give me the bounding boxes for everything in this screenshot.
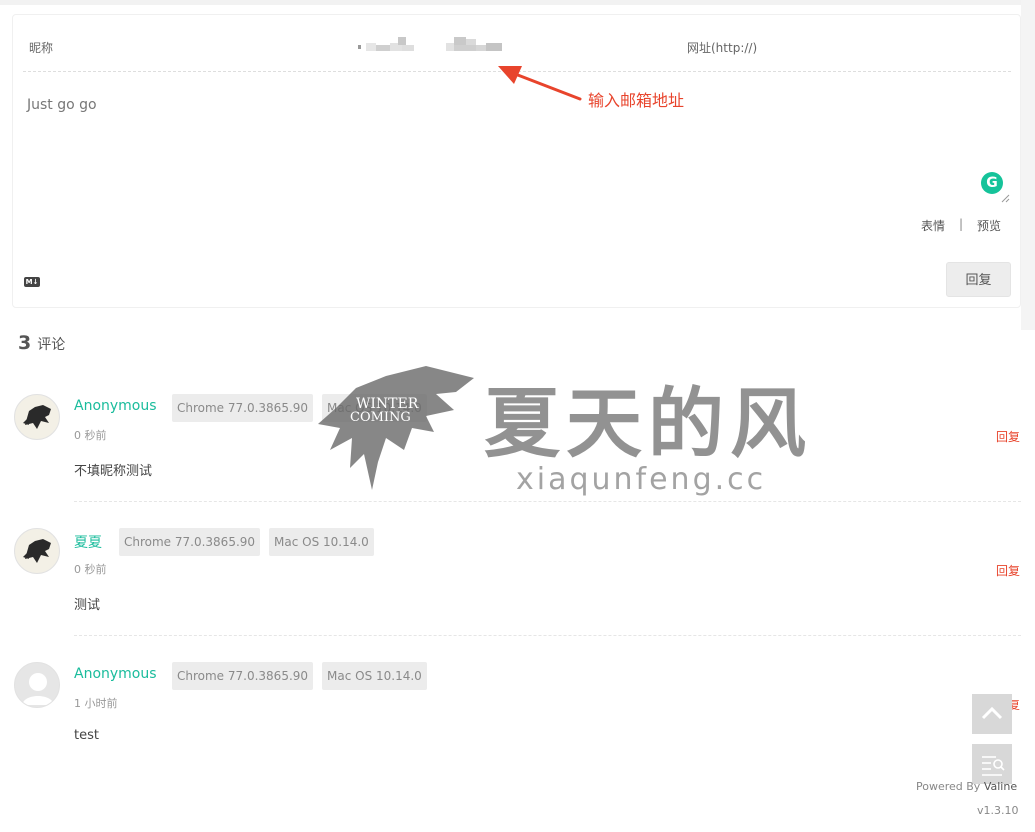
os-badge: Mac OS 10.14.0	[322, 662, 427, 690]
comment-item: 夏夏 Chrome 77.0.3865.90 Mac OS 10.14.0 0 …	[0, 528, 1035, 662]
comment-author[interactable]: Anonymous	[74, 666, 157, 682]
preview-button[interactable]: 预览	[977, 217, 1001, 234]
comment-divider	[74, 635, 1021, 636]
comment-content: test	[74, 728, 99, 743]
markdown-icon[interactable]: M↓	[24, 277, 40, 287]
grammarly-icon[interactable]: G	[981, 172, 1003, 194]
browser-badge: Chrome 77.0.3865.90	[119, 528, 261, 556]
top-strip	[0, 0, 1035, 5]
annotation-text: 输入邮箱地址	[588, 91, 685, 110]
version-label: v1.3.10	[977, 804, 1019, 817]
comment-item: Anonymous Chrome 77.0.3865.90 Mac OS 10.…	[0, 662, 1035, 796]
back-to-top-button[interactable]	[972, 694, 1012, 734]
comment-divider	[74, 501, 1021, 502]
valine-link[interactable]: Valine	[984, 780, 1017, 793]
wolf-avatar	[14, 528, 60, 574]
comment-textarea[interactable]: Just go go	[27, 97, 97, 113]
watermark-subtitle: xiaqunfeng.cc	[516, 462, 767, 497]
comment-author[interactable]: Anonymous	[74, 398, 157, 414]
submit-reply-button[interactable]: 回复	[946, 262, 1011, 297]
annotation-arrow-icon	[498, 66, 582, 101]
powered-by: Powered By Valine	[916, 780, 1017, 793]
comment-time: 1 小时前	[74, 697, 118, 710]
comment-content: 测试	[74, 598, 101, 613]
comment-author[interactable]: 夏夏	[74, 532, 102, 552]
comment-count: 3 评论	[18, 332, 65, 354]
comment-content: 不填昵称测试	[74, 464, 153, 479]
page-scroll-strip	[1021, 0, 1035, 330]
reply-link[interactable]: 回复	[996, 428, 1020, 445]
nick-input[interactable]: 昵称	[29, 39, 53, 56]
control-separator: |	[959, 217, 964, 231]
email-input[interactable]	[358, 37, 558, 55]
default-user-avatar	[14, 662, 60, 708]
comment-form: 昵称 网址(http://) Just go go G 表情 | 预览 M↓ 回…	[12, 14, 1021, 308]
watermark-coming: COMING	[350, 410, 411, 425]
emoji-button[interactable]: 表情	[921, 217, 945, 234]
reply-link[interactable]: 回复	[996, 562, 1020, 579]
comment-time: 0 秒前	[74, 563, 107, 576]
toc-search-button[interactable]	[972, 744, 1012, 784]
comment-count-label: 评论	[37, 337, 66, 353]
chevron-up-icon	[981, 706, 1003, 720]
comment-time: 0 秒前	[74, 429, 107, 442]
resize-handle-icon[interactable]	[1000, 193, 1010, 203]
website-input[interactable]: 网址(http://)	[687, 39, 757, 56]
list-search-icon	[982, 756, 1005, 776]
browser-badge: Chrome 77.0.3865.90	[172, 394, 314, 422]
watermark-title: 夏天的风	[484, 379, 812, 468]
wolf-avatar	[14, 394, 60, 440]
powered-prefix: Powered By	[916, 780, 981, 793]
browser-badge: Chrome 77.0.3865.90	[172, 662, 314, 690]
os-badge: Mac OS 10.14.0	[269, 528, 374, 556]
comment-count-number: 3	[18, 332, 32, 354]
